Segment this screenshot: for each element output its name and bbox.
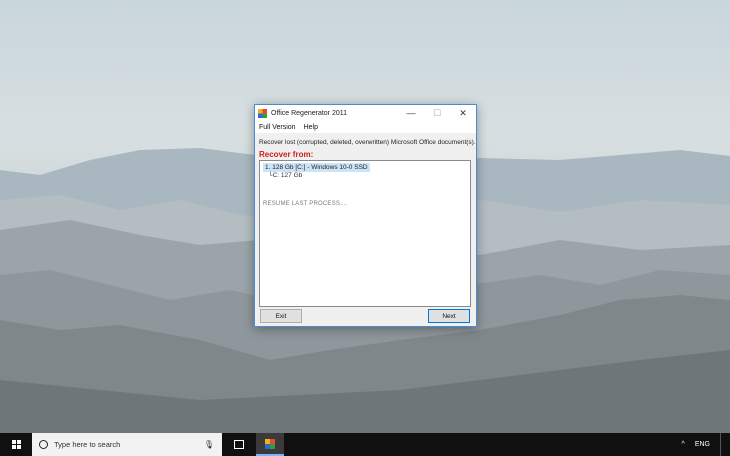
task-view-icon [234, 440, 244, 449]
office-regenerator-icon [265, 438, 275, 449]
window-controls: — ☐ ✕ [398, 105, 476, 121]
system-tray: ^ ENG [682, 433, 730, 456]
taskbar: Type here to search 🎙 ^ ENG [0, 433, 730, 456]
recover-from-label: Recover from: [259, 150, 314, 159]
menu-full-version[interactable]: Full Version [259, 124, 296, 131]
task-view-button[interactable] [222, 440, 256, 449]
close-button[interactable]: ✕ [450, 105, 476, 121]
windows-logo-icon [11, 440, 21, 449]
menu-bar: Full Version Help [255, 121, 476, 133]
app-icon [258, 108, 267, 118]
description-text: Recover lost (corrupted, deleted, overwr… [259, 139, 476, 146]
taskbar-search-box[interactable]: Type here to search 🎙 [32, 433, 222, 456]
drive-item-partition[interactable]: └C: 127 Gb [268, 172, 302, 179]
drive-item-selected[interactable]: 1. 128 Gb [C:] - Windows 10-0 SSD [263, 163, 370, 172]
menu-help[interactable]: Help [304, 124, 318, 131]
search-placeholder: Type here to search [54, 440, 121, 449]
next-button[interactable]: Next [428, 309, 470, 323]
microphone-icon[interactable]: 🎙 [204, 440, 214, 449]
taskbar-app-office-regenerator[interactable] [256, 433, 284, 456]
drive-item-partition-label: C: 127 Gb [272, 172, 303, 179]
cortana-icon [39, 440, 48, 449]
drive-listbox[interactable]: 1. 128 Gb [C:] - Windows 10-0 SSD └C: 12… [259, 160, 471, 307]
window-title: Office Regenerator 2011 [271, 109, 348, 117]
maximize-button[interactable]: ☐ [424, 105, 450, 121]
show-desktop-button[interactable] [720, 433, 724, 456]
language-indicator[interactable]: ENG [695, 441, 710, 448]
title-bar[interactable]: Office Regenerator 2011 — ☐ ✕ [255, 105, 476, 121]
resume-last-process-link[interactable]: RESUME LAST PROCESS.... [263, 201, 348, 207]
minimize-button[interactable]: — [398, 105, 424, 121]
exit-button[interactable]: Exit [260, 309, 302, 323]
office-regenerator-window[interactable]: Office Regenerator 2011 — ☐ ✕ Full Versi… [254, 104, 477, 327]
start-button[interactable] [0, 433, 32, 456]
tray-chevron-up-icon[interactable]: ^ [682, 441, 685, 448]
